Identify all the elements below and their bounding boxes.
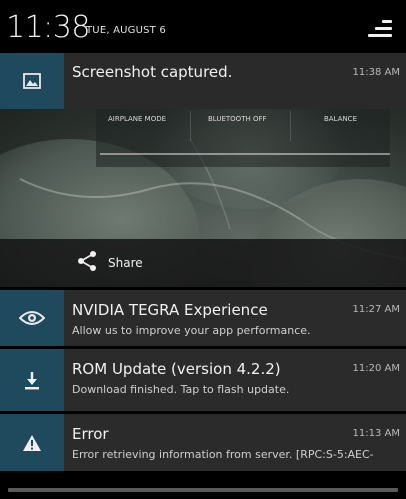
quick-settings-icon[interactable] (368, 20, 392, 38)
clock: 11:38 (6, 10, 90, 45)
notification-title: Screenshot captured. (72, 63, 233, 81)
screenshot-notification[interactable]: Screenshot captured. 11:38 AM AIRPLANE M… (0, 53, 406, 292)
preview-toggle-label: BALANCE (324, 115, 357, 123)
preview-divider (290, 111, 291, 141)
notification-rom-update[interactable]: ROM Update (version 4.2.2) Download fini… (0, 349, 406, 411)
notification-title: Error (72, 425, 109, 443)
image-icon (0, 53, 64, 109)
notification-time: 11:20 AM (352, 363, 400, 374)
nvidia-eye-icon (0, 290, 64, 346)
download-icon (0, 349, 64, 411)
share-icon (76, 250, 98, 276)
notification-text: Download finished. Tap to flash update. (72, 383, 290, 396)
notification-time: 11:38 AM (352, 67, 400, 78)
notification-time: 11:27 AM (352, 304, 400, 315)
notification-title: ROM Update (version 4.2.2) (72, 360, 281, 378)
share-label: Share (108, 256, 143, 270)
status-header: 11:38 TUE, AUGUST 6 (0, 0, 406, 50)
preview-slider-line (100, 153, 390, 155)
preview-divider (190, 111, 191, 141)
drag-handle[interactable] (8, 488, 398, 492)
notification-nvidia[interactable]: NVIDIA TEGRA Experience Allow us to impr… (0, 290, 406, 346)
warning-icon (0, 414, 64, 471)
date: TUE, AUGUST 6 (86, 25, 166, 36)
notification-text: Error retrieving information from server… (72, 448, 374, 461)
notification-time: 11:13 AM (352, 428, 400, 439)
notification-text: Allow us to improve your app performance… (72, 324, 311, 337)
preview-quick-settings: AIRPLANE MODE BLUETOOTH OFF BALANCE (96, 109, 390, 167)
share-button[interactable]: Share (76, 249, 143, 277)
notification-error[interactable]: Error Error retrieving information from … (0, 414, 406, 471)
share-action-bar: Share (0, 239, 406, 287)
preview-toggle-label: BLUETOOTH OFF (208, 115, 267, 123)
preview-toggle-label: AIRPLANE MODE (108, 115, 167, 123)
notification-title: NVIDIA TEGRA Experience (72, 301, 268, 319)
